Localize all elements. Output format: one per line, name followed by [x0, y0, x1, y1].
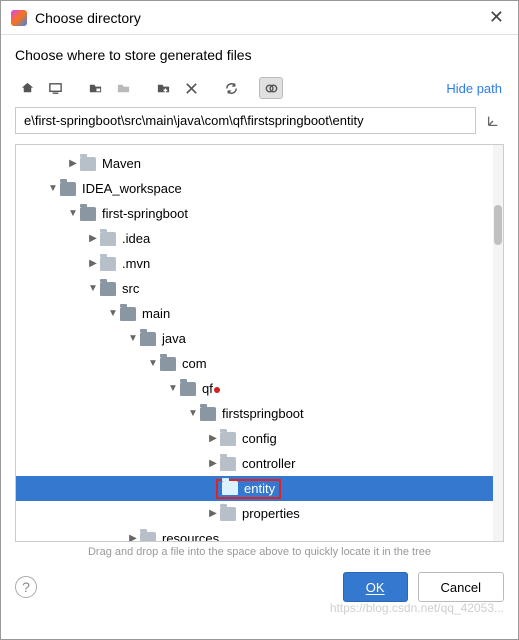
tree-node-label: entity: [244, 481, 275, 496]
desktop-icon[interactable]: [43, 77, 67, 99]
tree-node[interactable]: ▶ controller: [16, 451, 503, 476]
folder-open-icon: [180, 382, 196, 396]
tree-node[interactable]: ▼ first-springboot: [16, 201, 503, 226]
tree-node-label: src: [122, 281, 139, 296]
tree-node[interactable]: ▼ main: [16, 301, 503, 326]
tree-node[interactable]: ▼ IDEA_workspace: [16, 176, 503, 201]
tree-node[interactable]: ▶entity: [16, 476, 503, 501]
tree-node-label: Maven: [102, 156, 141, 171]
chevron-down-icon[interactable]: ▼: [126, 333, 140, 344]
tree-node[interactable]: ▼ firstspringboot: [16, 401, 503, 426]
folder-open-icon: [80, 207, 96, 221]
tree-node[interactable]: ▶ .idea: [16, 226, 503, 251]
tree-node-label: qf: [202, 381, 220, 396]
dialog-subtitle: Choose where to store generated files: [1, 35, 518, 73]
tree-node[interactable]: ▼ src: [16, 276, 503, 301]
delete-icon[interactable]: [179, 77, 203, 99]
folder-open-icon: [160, 357, 176, 371]
tree-node-label: java: [162, 331, 186, 346]
chevron-right-icon[interactable]: ▶: [206, 433, 220, 444]
chevron-down-icon[interactable]: ▼: [66, 208, 80, 219]
chevron-right-icon[interactable]: ▶: [206, 508, 220, 519]
hide-path-link[interactable]: Hide path: [446, 81, 504, 96]
folder-icon: [220, 457, 236, 471]
chevron-right-icon[interactable]: ▶: [86, 233, 100, 244]
dialog-title: Choose directory: [35, 10, 485, 26]
chevron-down-icon[interactable]: ▼: [186, 408, 200, 419]
tree-node-label: main: [142, 306, 170, 321]
tree-node-label: first-springboot: [102, 206, 188, 221]
tree-node[interactable]: ▶ Maven: [16, 151, 503, 176]
folder-open-icon: [100, 282, 116, 296]
module-folder-icon[interactable]: [83, 77, 107, 99]
chevron-down-icon[interactable]: ▼: [166, 383, 180, 394]
module-folder-disabled-icon: [111, 77, 135, 99]
cancel-button[interactable]: Cancel: [418, 572, 504, 602]
folder-icon: [80, 157, 96, 171]
chevron-right-icon[interactable]: ▶: [66, 158, 80, 169]
chevron-down-icon[interactable]: ▼: [106, 308, 120, 319]
tree-node[interactable]: ▼ com: [16, 351, 503, 376]
close-icon[interactable]: ✕: [485, 7, 508, 28]
tree-node[interactable]: ▶ resources: [16, 526, 503, 542]
chevron-down-icon[interactable]: ▼: [86, 283, 100, 294]
show-hidden-icon[interactable]: [259, 77, 283, 99]
folder-icon: [140, 532, 156, 543]
tree-node[interactable]: ▼ java: [16, 326, 503, 351]
history-dropdown-icon[interactable]: [482, 107, 504, 134]
folder-open-icon: [60, 182, 76, 196]
tree-node-label: IDEA_workspace: [82, 181, 182, 196]
tree-node[interactable]: ▼ qf: [16, 376, 503, 401]
scrollbar-thumb[interactable]: [494, 205, 502, 245]
home-icon[interactable]: [15, 77, 39, 99]
tree-node-label: .idea: [122, 231, 150, 246]
directory-tree[interactable]: ▶ Maven ▼ IDEA_workspace ▼ first-springboot ▶.…: [16, 145, 503, 542]
scrollbar[interactable]: [493, 145, 503, 541]
folder-open-icon: [200, 407, 216, 421]
chevron-right-icon[interactable]: ▶: [126, 533, 140, 542]
tree-node-label: .mvn: [122, 256, 150, 271]
folder-open-icon: [140, 332, 156, 346]
tree-node[interactable]: ▶ properties: [16, 501, 503, 526]
folder-open-icon: [222, 481, 238, 495]
folder-icon: [100, 232, 116, 246]
drop-hint: Drag and drop a file into the space abov…: [1, 542, 518, 566]
folder-icon: [100, 257, 116, 271]
refresh-icon[interactable]: [219, 77, 243, 99]
path-input[interactable]: e\first-springboot\src\main\java\com\qf\…: [15, 107, 476, 134]
ok-button[interactable]: OK: [343, 572, 408, 602]
folder-open-icon: [120, 307, 136, 321]
tree-node-label: properties: [242, 506, 300, 521]
tree-node-label: firstspringboot: [222, 406, 304, 421]
tree-node-label: config: [242, 431, 277, 446]
help-icon[interactable]: ?: [15, 576, 37, 598]
path-text: e\first-springboot\src\main\java\com\qf\…: [24, 113, 364, 128]
tree-node-label: com: [182, 356, 207, 371]
folder-icon: [220, 432, 236, 446]
tree-node[interactable]: ▶ .mvn: [16, 251, 503, 276]
new-folder-icon[interactable]: [151, 77, 175, 99]
tree-node-label: controller: [242, 456, 295, 471]
chevron-down-icon[interactable]: ▼: [146, 358, 160, 369]
chevron-down-icon[interactable]: ▼: [46, 183, 60, 194]
tree-node-label: resources: [162, 531, 219, 542]
folder-icon: [220, 507, 236, 521]
chevron-right-icon[interactable]: ▶: [86, 258, 100, 269]
tree-node[interactable]: ▶ config: [16, 426, 503, 451]
app-icon: [11, 10, 27, 26]
toolbar: Hide path: [1, 73, 518, 107]
chevron-right-icon[interactable]: ▶: [206, 458, 220, 469]
